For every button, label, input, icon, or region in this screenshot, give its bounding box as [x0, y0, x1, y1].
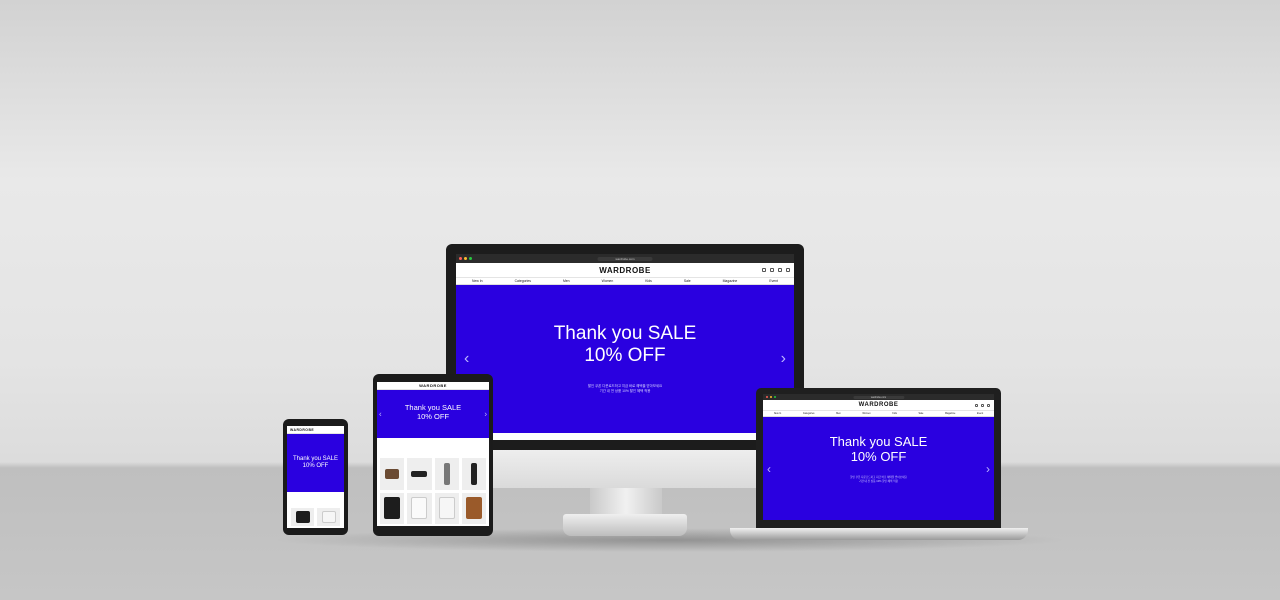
bag-icon[interactable]	[987, 403, 990, 407]
phone: WARDROBE Thank you SALE 10% OFF	[283, 419, 348, 535]
nav-event[interactable]: Event	[769, 279, 778, 283]
chevron-right-icon[interactable]: ›	[484, 410, 487, 419]
product-card[interactable]	[461, 492, 486, 524]
device-mockup-scene: wardrobe.com WARDROBE New In Categories …	[0, 0, 1280, 600]
user-icon[interactable]	[975, 403, 978, 407]
nav-kids[interactable]: Kids	[892, 412, 897, 415]
hero-discount: 10% OFF	[416, 411, 450, 421]
nav-women[interactable]: Women	[602, 279, 614, 283]
laptop-base	[730, 528, 1028, 540]
product-card[interactable]	[461, 458, 486, 490]
site-header: WARDROBE	[763, 400, 994, 411]
product-card[interactable]	[434, 458, 459, 490]
chevron-right-icon[interactable]: ›	[781, 350, 786, 368]
product-card[interactable]	[407, 492, 432, 524]
chevron-left-icon[interactable]: ‹	[464, 350, 469, 368]
monitor: wardrobe.com WARDROBE New In Categories …	[446, 244, 804, 450]
nav-men[interactable]: Men	[563, 279, 570, 283]
product-card[interactable]	[407, 458, 432, 490]
site-logo[interactable]: WARDROBE	[599, 266, 651, 275]
minimize-window-icon[interactable]	[770, 396, 772, 398]
product-card[interactable]	[434, 492, 459, 524]
nav-event[interactable]: Event	[977, 412, 983, 415]
chevron-left-icon[interactable]: ‹	[767, 462, 771, 476]
address-bar[interactable]: wardrobe.com	[597, 256, 653, 261]
search-icon[interactable]	[786, 268, 790, 272]
hero-title: Thank you SALE	[292, 456, 339, 462]
nav-categories[interactable]: Categories	[803, 412, 815, 415]
hero-title: Thank you SALE	[829, 434, 928, 449]
main-nav: New In Categories Men Women Kids Sale Ma…	[456, 278, 794, 285]
close-window-icon[interactable]	[459, 257, 462, 260]
bag-icon[interactable]	[778, 268, 782, 272]
site-header: WARDROBE	[456, 263, 794, 278]
site-logo[interactable]: WARDROBE	[419, 383, 447, 388]
hero-discount: 10% OFF	[584, 344, 666, 366]
nav-women[interactable]: Women	[862, 412, 870, 415]
product-card[interactable]	[317, 508, 340, 526]
window-controls[interactable]	[766, 396, 776, 398]
nav-magazine[interactable]: Magazine	[723, 279, 738, 283]
chevron-left-icon[interactable]: ‹	[379, 410, 382, 419]
site-logo[interactable]: WARDROBE	[290, 428, 314, 432]
hero-note-2: 기간 내 전 상품 10% 할인 혜택 적용	[599, 388, 651, 393]
nav-kids[interactable]: Kids	[645, 279, 652, 283]
tablet: WARDROBE ‹ › Thank you SALE 10% OFF	[373, 374, 493, 536]
minimize-window-icon[interactable]	[464, 257, 467, 260]
hero-banner[interactable]: Thank you SALE 10% OFF	[287, 434, 344, 492]
nav-magazine[interactable]: Magazine	[945, 412, 955, 415]
header-icons	[762, 268, 790, 272]
nav-new-in[interactable]: New In	[774, 412, 781, 415]
nav-sale[interactable]: Sale	[684, 279, 691, 283]
laptop: wardrobe.com WARDROBE New In Categories …	[756, 388, 1001, 528]
window-controls[interactable]	[459, 257, 472, 260]
chevron-right-icon[interactable]: ›	[986, 462, 990, 476]
browser-toolbar: wardrobe.com	[456, 254, 794, 263]
maximize-window-icon[interactable]	[469, 257, 472, 260]
tablet-screen: WARDROBE ‹ › Thank you SALE 10% OFF	[377, 382, 489, 526]
hero-banner[interactable]: ‹ › Thank you SALE 10% OFF	[377, 390, 489, 438]
hero-banner[interactable]: ‹ › Thank you SALE 10% OFF 할인 쿠폰 다운로드하고 …	[763, 417, 994, 520]
heart-icon[interactable]	[981, 403, 984, 407]
hero-discount: 10% OFF	[302, 462, 329, 469]
phone-screen: WARDROBE Thank you SALE 10% OFF	[287, 426, 344, 528]
heart-icon[interactable]	[770, 268, 774, 272]
product-grid	[291, 508, 340, 526]
header-icons	[975, 403, 990, 407]
address-bar[interactable]: wardrobe.com	[852, 395, 905, 399]
site-header: WARDROBE	[287, 426, 344, 434]
nav-new-in[interactable]: New In	[472, 279, 483, 283]
hero-discount: 10% OFF	[850, 448, 907, 464]
close-window-icon[interactable]	[766, 396, 768, 398]
user-icon[interactable]	[762, 268, 766, 272]
hero-banner[interactable]: ‹ › Thank you SALE 10% OFF 할인 쿠폰 다운로드하고 …	[456, 285, 794, 433]
site-header: WARDROBE	[377, 382, 489, 390]
laptop-screen: wardrobe.com WARDROBE New In Categories …	[763, 394, 994, 520]
maximize-window-icon[interactable]	[774, 396, 776, 398]
site-logo[interactable]: WARDROBE	[859, 402, 899, 408]
nav-categories[interactable]: Categories	[515, 279, 531, 283]
product-grid	[380, 458, 486, 524]
nav-men[interactable]: Men	[836, 412, 841, 415]
hero-note-2: 기간 내 전 상품 10% 할인 혜택 적용	[859, 479, 898, 483]
nav-sale[interactable]: Sale	[919, 412, 924, 415]
hero-title: Thank you SALE	[553, 323, 697, 344]
product-card[interactable]	[291, 508, 314, 526]
monitor-foot	[563, 514, 687, 536]
product-card[interactable]	[380, 492, 405, 524]
product-card[interactable]	[380, 458, 405, 490]
monitor-screen: wardrobe.com WARDROBE New In Categories …	[456, 254, 794, 440]
